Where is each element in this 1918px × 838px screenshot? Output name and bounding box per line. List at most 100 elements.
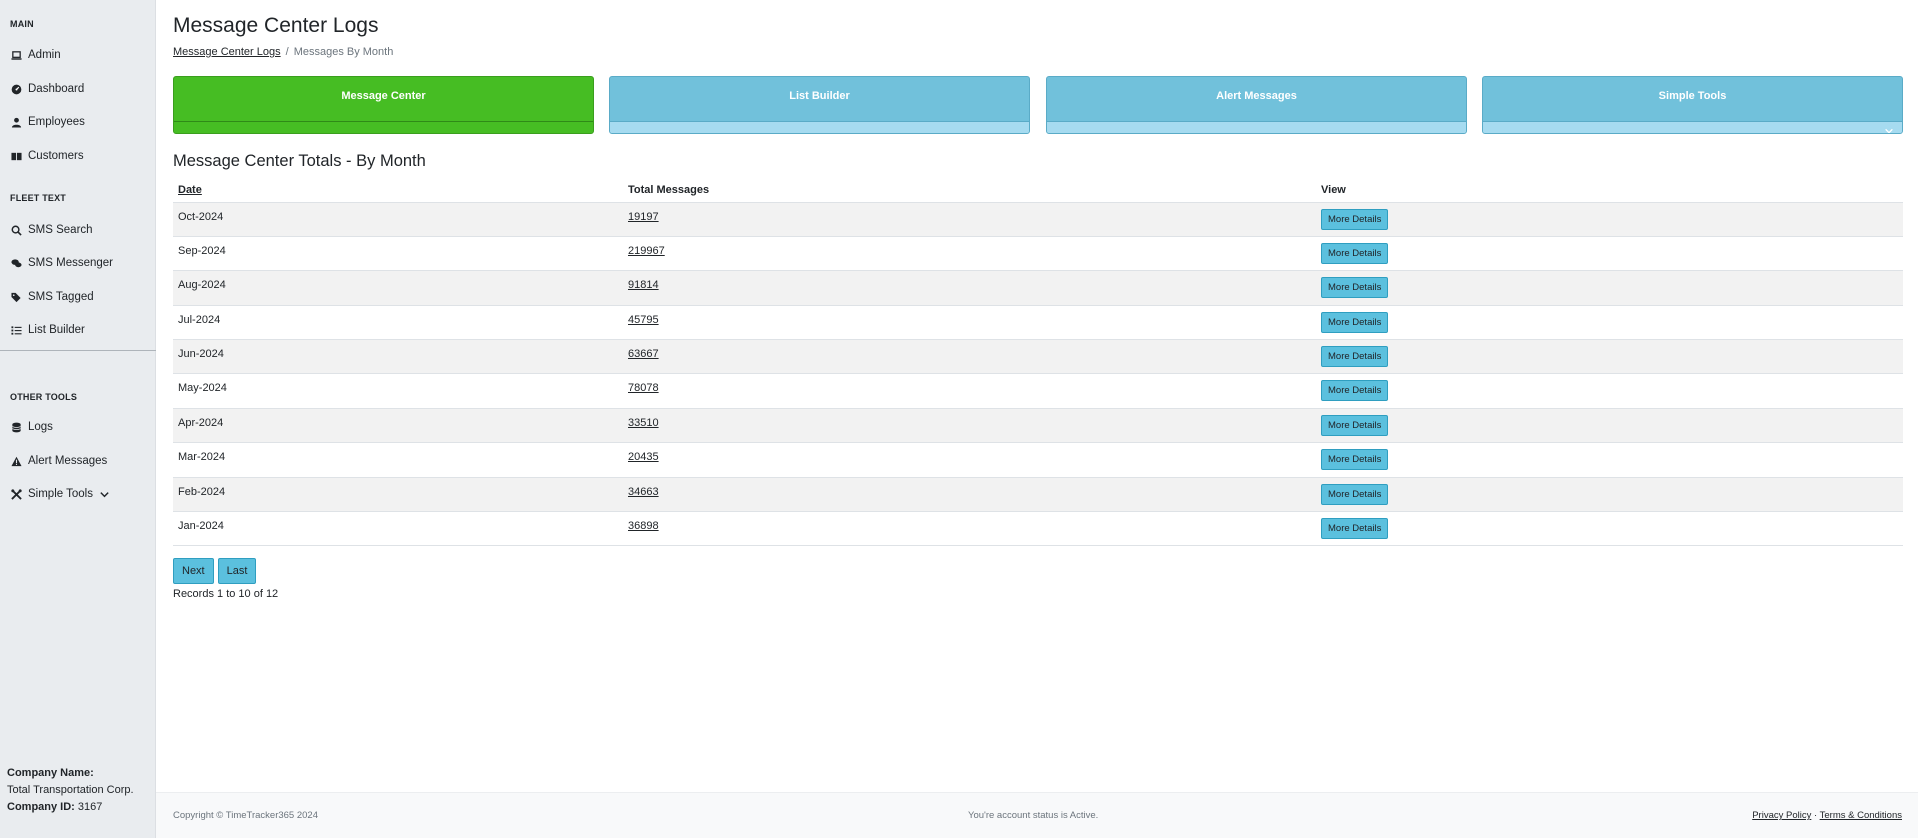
card-simple-tools[interactable]: Simple Tools [1482, 76, 1903, 134]
company-name-label: Company Name: [7, 767, 94, 779]
more-details-button[interactable]: More Details [1321, 242, 1389, 264]
sidebar-item-admin[interactable]: Admin [0, 38, 61, 72]
more-details-button[interactable]: More Details [1321, 483, 1389, 505]
sidebar-item-sms-tagged[interactable]: SMS Tagged [0, 280, 94, 314]
tools-icon [10, 488, 22, 500]
section-title: Message Center Totals - By Month [173, 152, 426, 170]
comments-icon [10, 257, 22, 269]
card-footer[interactable] [1483, 121, 1902, 133]
cell-total: 219967 [623, 236, 1316, 272]
table-row: Oct-2024 19197 More Details [173, 202, 1903, 237]
cell-date: Sep-2024 [173, 236, 623, 272]
sidebar-item-label: SMS Search [28, 224, 93, 236]
sort-date-link[interactable]: Date [178, 184, 202, 196]
page-title: Message Center Logs [173, 14, 379, 37]
sidebar-item-label: Alert Messages [28, 455, 108, 467]
table-row: May-2024 78078 More Details [173, 373, 1903, 409]
cell-date: Jun-2024 [173, 339, 623, 375]
copyright: Copyright © TimeTracker365 2024 [173, 810, 318, 821]
cell-total: 36898 [623, 511, 1316, 547]
card-message-center[interactable]: Message Center [173, 76, 594, 134]
sidebar-item-simple-tools[interactable]: Simple Tools [0, 477, 110, 511]
chevron-down-icon[interactable] [1884, 123, 1894, 133]
cell-date: Feb-2024 [173, 477, 623, 513]
cell-total: 34663 [623, 477, 1316, 513]
cell-date: Mar-2024 [173, 442, 623, 478]
card-list-builder[interactable]: List Builder [609, 76, 1030, 134]
table-row: Aug-2024 91814 More Details [173, 270, 1903, 306]
sidebar-item-sms-messenger[interactable]: SMS Messenger [0, 246, 113, 280]
cell-view: More Details [1316, 202, 1903, 237]
cell-total: 20435 [623, 442, 1316, 478]
sidebar: MAIN Admin Dashboard Employees Customers… [0, 0, 156, 838]
next-button[interactable]: Next [173, 558, 214, 584]
terms-link[interactable]: Terms & Conditions [1820, 810, 1902, 821]
cell-view: More Details [1316, 477, 1903, 513]
total-messages-link[interactable]: 45795 [628, 314, 659, 326]
sidebar-item-logs[interactable]: Logs [0, 410, 53, 444]
cell-view: More Details [1316, 511, 1903, 547]
privacy-policy-link[interactable]: Privacy Policy [1752, 810, 1811, 821]
total-messages-link[interactable]: 219967 [628, 245, 665, 257]
more-details-button[interactable]: More Details [1321, 380, 1389, 402]
total-messages-link[interactable]: 91814 [628, 279, 659, 291]
more-details-button[interactable]: More Details [1321, 449, 1389, 471]
card-label: Message Center [341, 90, 426, 102]
nav-cards: Message Center List Builder Alert Messag… [173, 76, 1903, 134]
warning-icon [10, 455, 22, 467]
sidebar-item-label: Logs [28, 421, 53, 433]
cell-view: More Details [1316, 442, 1903, 478]
sidebar-divider [0, 350, 156, 351]
footer-links: Privacy Policy · Terms & Conditions [1752, 810, 1902, 821]
more-details-button[interactable]: More Details [1321, 346, 1389, 368]
breadcrumb-separator: / [285, 46, 289, 58]
total-messages-link[interactable]: 19197 [628, 211, 659, 223]
table-row: Jul-2024 45795 More Details [173, 305, 1903, 341]
card-label: Simple Tools [1658, 90, 1727, 102]
cell-view: More Details [1316, 270, 1903, 306]
database-icon [10, 421, 22, 433]
cell-total: 91814 [623, 270, 1316, 306]
column-header-date[interactable]: Date [173, 178, 623, 203]
sidebar-item-label: Employees [28, 116, 85, 128]
pagination: Next Last [173, 558, 257, 584]
gauge-icon [10, 83, 22, 95]
records-count: Records 1 to 10 of 12 [173, 588, 279, 600]
footer-link-separator: · [1813, 810, 1818, 821]
total-messages-link[interactable]: 33510 [628, 417, 659, 429]
sidebar-item-employees[interactable]: Employees [0, 105, 85, 139]
card-footer [174, 121, 593, 133]
total-messages-link[interactable]: 20435 [628, 451, 659, 463]
more-details-button[interactable]: More Details [1321, 311, 1389, 333]
sidebar-item-alert-messages[interactable]: Alert Messages [0, 444, 107, 478]
column-header-total: Total Messages [623, 178, 1316, 203]
card-footer [1047, 121, 1466, 133]
sidebar-item-label: Dashboard [28, 83, 85, 95]
last-button[interactable]: Last [217, 558, 257, 584]
total-messages-link[interactable]: 36898 [628, 520, 659, 532]
card-alert-messages[interactable]: Alert Messages [1046, 76, 1467, 134]
sidebar-item-dashboard[interactable]: Dashboard [0, 72, 84, 106]
cell-date: Jan-2024 [173, 511, 623, 547]
sidebar-item-customers[interactable]: Customers [0, 139, 84, 173]
footer: Copyright © TimeTracker365 2024 You're a… [156, 792, 1918, 838]
total-messages-link[interactable]: 63667 [628, 348, 659, 360]
search-icon [10, 224, 22, 236]
sidebar-item-label: Admin [28, 49, 61, 61]
more-details-button[interactable]: More Details [1321, 277, 1389, 299]
table-row: Feb-2024 34663 More Details [173, 477, 1903, 513]
tags-icon [10, 291, 22, 303]
total-messages-link[interactable]: 34663 [628, 486, 659, 498]
table-row: Sep-2024 219967 More Details [173, 236, 1903, 272]
account-status: You're account status is Active. [968, 810, 1099, 821]
more-details-button[interactable]: More Details [1321, 518, 1389, 540]
more-details-button[interactable]: More Details [1321, 414, 1389, 436]
more-details-button[interactable]: More Details [1321, 208, 1389, 230]
cell-view: More Details [1316, 339, 1903, 375]
sidebar-section-main: MAIN [10, 19, 34, 29]
breadcrumb-link[interactable]: Message Center Logs [173, 46, 281, 58]
total-messages-link[interactable]: 78078 [628, 382, 659, 394]
sidebar-item-sms-search[interactable]: SMS Search [0, 213, 93, 247]
sidebar-item-list-builder[interactable]: List Builder [0, 313, 85, 347]
card-label: Alert Messages [1216, 90, 1297, 102]
